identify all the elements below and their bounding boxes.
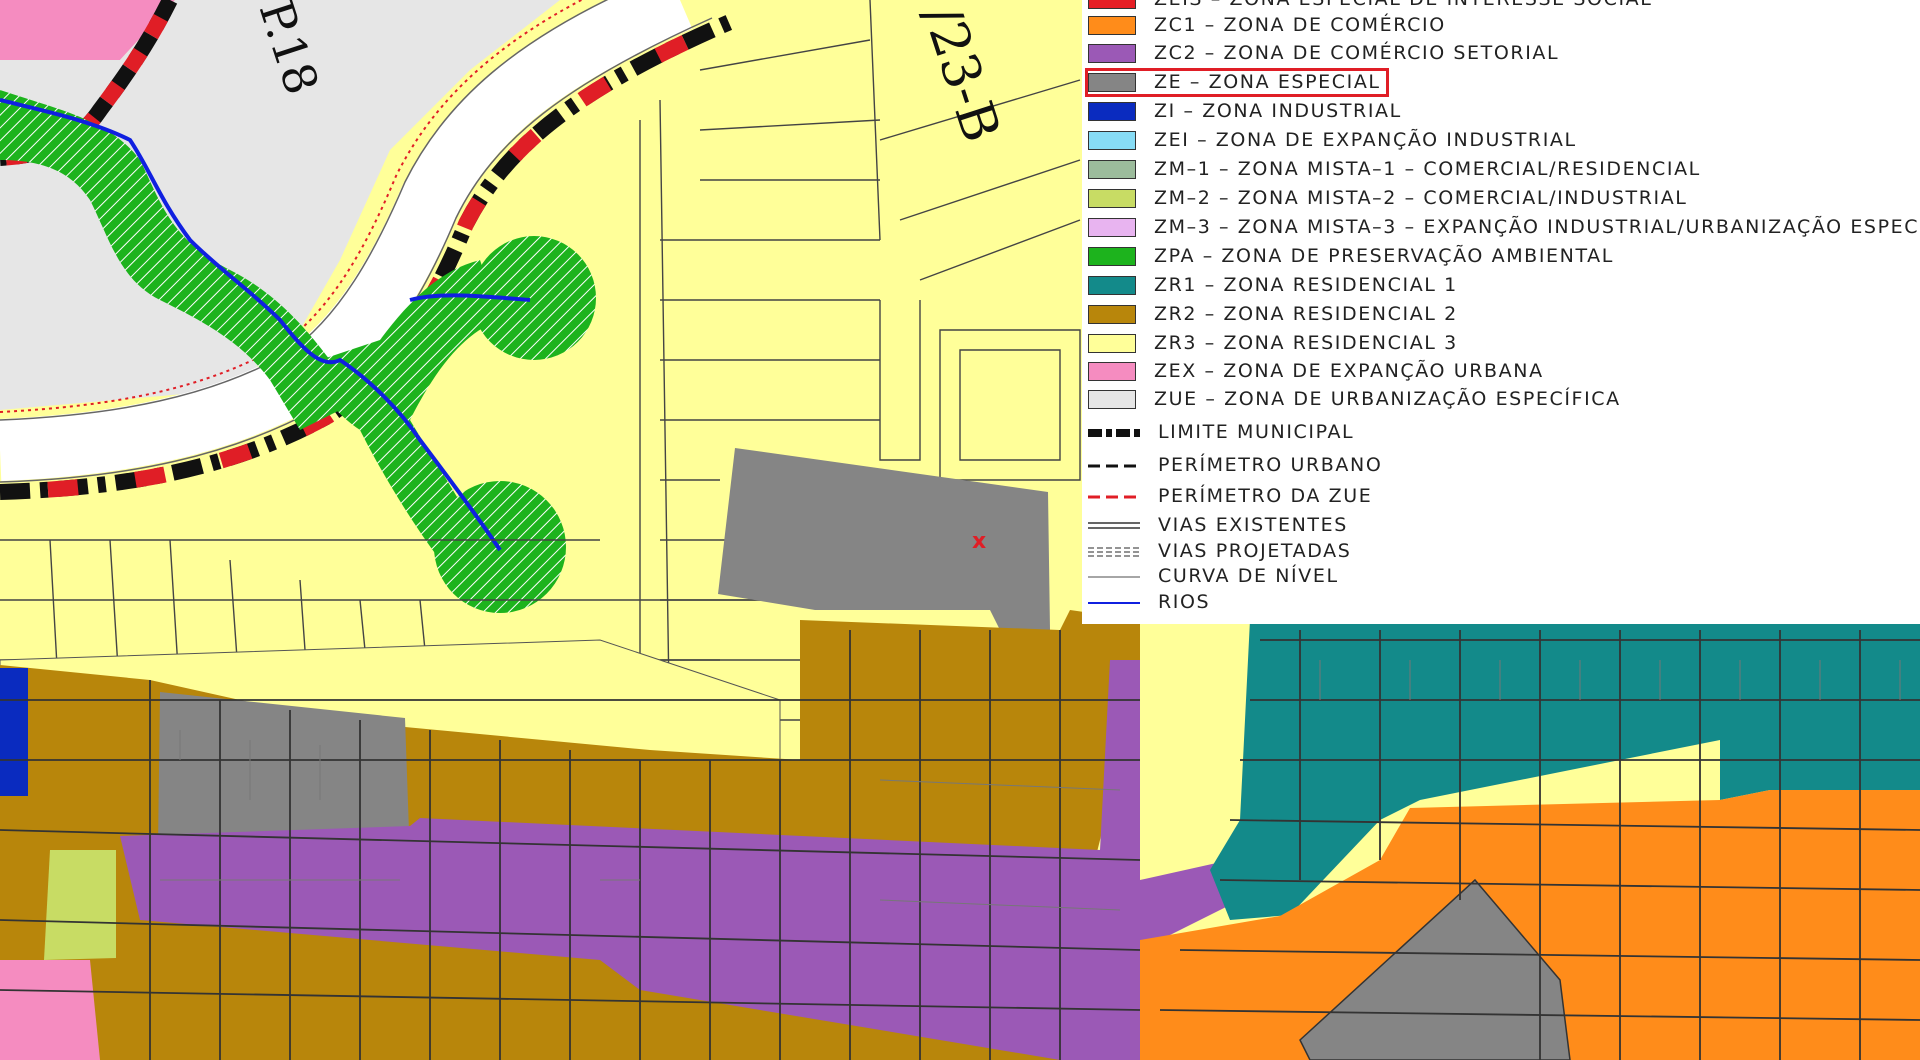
legend-swatch-ze xyxy=(1088,72,1136,92)
legend-label-urban: PERÍMETRO URBANO xyxy=(1158,454,1383,476)
legend-label-projected: VIAS PROJETADAS xyxy=(1158,540,1352,562)
legend-item-zei: ZEI – ZONA DE EXPANÇÃO INDUSTRIAL xyxy=(1088,127,1577,153)
legend-item-zm2: ZM–2 – ZONA MISTA–2 – COMERCIAL/INDUSTRI… xyxy=(1088,185,1688,211)
legend-item-zm1: ZM–1 – ZONA MISTA–1 – COMERCIAL/RESIDENC… xyxy=(1088,156,1701,182)
legend-swatch-zm2 xyxy=(1088,188,1136,208)
legend-item-projected: VIAS PROJETADAS xyxy=(1088,538,1351,564)
legend-line-urban xyxy=(1088,464,1140,467)
legend-label-zi: ZI – ZONA INDUSTRIAL xyxy=(1154,100,1402,122)
legend-swatch-zei xyxy=(1088,130,1136,150)
legend-item-zeis: ZEIS – ZONA ESPECIAL DE INTERESSE SOCIAL xyxy=(1088,0,1652,12)
legend-label-contour: CURVA DE NÍVEL xyxy=(1158,565,1339,587)
legend-item-zi: ZI – ZONA INDUSTRIAL xyxy=(1088,98,1402,124)
legend-swatch-zc1 xyxy=(1088,15,1136,35)
legend-swatch-zr2 xyxy=(1088,304,1136,324)
legend-swatch-zm1 xyxy=(1088,159,1136,179)
zone-zex-bottom xyxy=(0,960,100,1060)
marker-x: x xyxy=(972,529,986,554)
legend-swatch-zue xyxy=(1088,389,1136,409)
legend-line-rivers xyxy=(1088,601,1140,604)
legend-swatch-zm3 xyxy=(1088,217,1136,237)
legend-label-zr2: ZR2 – ZONA RESIDENCIAL 2 xyxy=(1154,303,1458,325)
legend-swatch-zeis xyxy=(1088,0,1136,9)
zone-zm2 xyxy=(44,850,116,960)
legend-label-rivers: RIOS xyxy=(1158,591,1211,613)
legend-label-zm3: ZM–3 – ZONA MISTA–3 – EXPANÇÃO INDUSTRIA… xyxy=(1154,216,1920,238)
legend-item-zpa: ZPA – ZONA DE PRESERVAÇÃO AMBIENTAL xyxy=(1088,243,1614,269)
legend-label-zm1: ZM–1 – ZONA MISTA–1 – COMERCIAL/RESIDENC… xyxy=(1154,158,1701,180)
legend-label-ze: ZE – ZONA ESPECIAL xyxy=(1154,71,1381,93)
legend-label-zue: ZUE – ZONA DE URBANIZAÇÃO ESPECÍFICA xyxy=(1154,388,1621,410)
legend-line-municipal xyxy=(1088,428,1140,437)
legend-swatch-zr3 xyxy=(1088,333,1136,353)
legend-label-zc1: ZC1 – ZONA DE COMÉRCIO xyxy=(1154,14,1446,36)
legend-item-zr2: ZR2 – ZONA RESIDENCIAL 2 xyxy=(1088,301,1458,327)
legend-line-zue-perimeter xyxy=(1088,495,1140,498)
legend-item-zue-perimeter: PERÍMETRO DA ZUE xyxy=(1088,483,1372,509)
legend-item-municipal: LIMITE MUNICIPAL xyxy=(1088,419,1354,445)
legend-item-rivers: RIOS xyxy=(1088,589,1210,615)
legend-item-urban: PERÍMETRO URBANO xyxy=(1088,452,1382,478)
legend-label-existing: VIAS EXISTENTES xyxy=(1158,514,1348,536)
legend-swatch-zi xyxy=(1088,101,1136,121)
legend-label-zm2: ZM–2 – ZONA MISTA–2 – COMERCIAL/INDUSTRI… xyxy=(1154,187,1688,209)
map-legend: ZEIS – ZONA ESPECIAL DE INTERESSE SOCIAL… xyxy=(1082,0,1920,624)
legend-line-contour xyxy=(1088,575,1140,578)
legend-swatch-zr1 xyxy=(1088,275,1136,295)
legend-label-zue-perimeter: PERÍMETRO DA ZUE xyxy=(1158,485,1373,507)
legend-label-zei: ZEI – ZONA DE EXPANÇÃO INDUSTRIAL xyxy=(1154,129,1577,151)
legend-swatch-zex xyxy=(1088,361,1136,381)
legend-item-zc1: ZC1 – ZONA DE COMÉRCIO xyxy=(1088,12,1446,38)
legend-label-zr1: ZR1 – ZONA RESIDENCIAL 1 xyxy=(1154,274,1458,296)
legend-item-zue: ZUE – ZONA DE URBANIZAÇÃO ESPECÍFICA xyxy=(1088,386,1621,412)
legend-item-zm3: ZM–3 – ZONA MISTA–3 – EXPANÇÃO INDUSTRIA… xyxy=(1088,214,1920,240)
legend-item-zc2: ZC2 – ZONA DE COMÉRCIO SETORIAL xyxy=(1088,40,1559,66)
legend-item-existing: VIAS EXISTENTES xyxy=(1088,512,1348,538)
legend-item-zr3: ZR3 – ZONA RESIDENCIAL 3 xyxy=(1088,330,1458,356)
legend-label-zc2: ZC2 – ZONA DE COMÉRCIO SETORIAL xyxy=(1154,42,1560,64)
legend-swatch-zpa xyxy=(1088,246,1136,266)
legend-label-zeis: ZEIS – ZONA ESPECIAL DE INTERESSE SOCIAL xyxy=(1154,0,1652,10)
legend-label-municipal: LIMITE MUNICIPAL xyxy=(1158,421,1355,443)
legend-item-contour: CURVA DE NÍVEL xyxy=(1088,563,1339,589)
legend-line-existing xyxy=(1088,521,1140,529)
legend-line-projected xyxy=(1088,546,1140,557)
legend-label-zex: ZEX – ZONA DE EXPANÇÃO URBANA xyxy=(1154,360,1544,382)
legend-label-zpa: ZPA – ZONA DE PRESERVAÇÃO AMBIENTAL xyxy=(1154,245,1614,267)
legend-item-zex: ZEX – ZONA DE EXPANÇÃO URBANA xyxy=(1088,358,1544,384)
legend-item-zr1: ZR1 – ZONA RESIDENCIAL 1 xyxy=(1088,272,1458,298)
zone-zi xyxy=(0,668,28,796)
legend-item-ze: ZE – ZONA ESPECIAL xyxy=(1088,69,1381,95)
legend-swatch-zc2 xyxy=(1088,43,1136,63)
legend-label-zr3: ZR3 – ZONA RESIDENCIAL 3 xyxy=(1154,332,1458,354)
